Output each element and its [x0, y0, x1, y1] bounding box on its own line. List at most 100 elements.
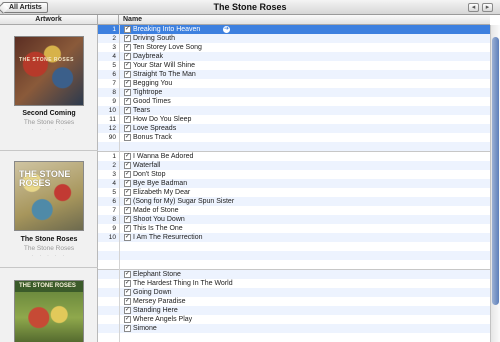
- track-number: 6: [112, 71, 116, 78]
- table-row[interactable]: 5 ✓ Your Star Will Shine: [98, 61, 490, 70]
- track-checkbox[interactable]: ✓: [124, 171, 131, 178]
- track-checkbox[interactable]: ✓: [124, 325, 131, 332]
- track-number: 7: [112, 80, 116, 87]
- track-checkbox[interactable]: ✓: [124, 107, 131, 114]
- name-column-header[interactable]: Name: [119, 15, 490, 25]
- track-name: I Wanna Be Adored: [133, 153, 194, 160]
- track-checkbox[interactable]: ✓: [124, 307, 131, 314]
- track-number: 8: [112, 216, 116, 223]
- table-row[interactable]: 7 ✓ Begging You: [98, 79, 490, 88]
- album-cover-second-coming[interactable]: THE STONE ROSES: [14, 36, 84, 106]
- track-checkbox[interactable]: ✓: [124, 80, 131, 87]
- vertical-scrollbar[interactable]: [490, 25, 500, 342]
- track-number: 10: [108, 107, 116, 114]
- track-checkbox[interactable]: ✓: [124, 198, 131, 205]
- track-name: Love Spreads: [133, 125, 177, 132]
- table-row-empty: [98, 142, 490, 151]
- table-row[interactable]: 9 ✓ Good Times: [98, 97, 490, 106]
- table-row[interactable]: 8 ✓ Tightrope: [98, 88, 490, 97]
- table-row[interactable]: 4 ✓ Daybreak: [98, 52, 490, 61]
- track-checkbox[interactable]: ✓: [124, 125, 131, 132]
- track-checkbox[interactable]: ✓: [124, 26, 131, 33]
- artwork-column: THE STONE ROSES Second Coming The Stone …: [0, 25, 98, 342]
- album-rating[interactable]: · · · · ·: [0, 253, 98, 259]
- track-checkbox[interactable]: ✓: [124, 280, 131, 287]
- track-name: Elizabeth My Dear: [133, 189, 191, 196]
- table-row[interactable]: ✓ Standing Here: [98, 306, 490, 315]
- table-row[interactable]: 2 ✓ Waterfall: [98, 161, 490, 170]
- table-row-empty: [98, 242, 490, 251]
- previous-arrow-icon[interactable]: ◂: [468, 3, 479, 12]
- table-row[interactable]: 6 ✓ (Song for My) Sugar Spun Sister: [98, 197, 490, 206]
- track-checkbox[interactable]: ✓: [124, 316, 131, 323]
- next-arrow-icon[interactable]: ▸: [482, 3, 493, 12]
- track-checkbox[interactable]: ✓: [124, 53, 131, 60]
- album-cover-the-stone-roses[interactable]: THE STONE ROSES: [14, 161, 84, 231]
- table-row[interactable]: 4 ✓ Bye Bye Badman: [98, 179, 490, 188]
- table-row[interactable]: ✓ Simone: [98, 324, 490, 333]
- track-checkbox[interactable]: ✓: [124, 134, 131, 141]
- table-row[interactable]: 3 ✓ Ten Storey Love Song: [98, 43, 490, 52]
- album-rating[interactable]: · · · · ·: [0, 127, 98, 133]
- track-checkbox[interactable]: ✓: [124, 225, 131, 232]
- track-checkbox[interactable]: ✓: [124, 116, 131, 123]
- table-row[interactable]: ✓ Elephant Stone: [98, 270, 490, 279]
- track-checkbox[interactable]: ✓: [124, 289, 131, 296]
- cover-text: THE STONE ROSES: [19, 57, 74, 63]
- table-row[interactable]: 2 ✓ Driving South: [98, 34, 490, 43]
- track-checkbox[interactable]: ✓: [124, 180, 131, 187]
- table-row[interactable]: 1 ✓ I Wanna Be Adored: [98, 152, 490, 161]
- artwork-column-header[interactable]: Artwork: [0, 15, 98, 25]
- table-row[interactable]: ✓ Where Angels Play: [98, 315, 490, 324]
- track-number-column-header[interactable]: [98, 15, 119, 25]
- track-number: 2: [112, 162, 116, 169]
- track-number: 90: [108, 134, 116, 141]
- table-row[interactable]: 10 ✓ Tears: [98, 106, 490, 115]
- track-checkbox[interactable]: ✓: [124, 207, 131, 214]
- track-list: 1 ✓ Breaking Into Heaven ➔ 2 ✓ Driving Sou…: [98, 25, 490, 342]
- table-row[interactable]: 9 ✓ This Is The One: [98, 224, 490, 233]
- scrollbar-thumb[interactable]: [492, 37, 499, 305]
- track-checkbox[interactable]: ✓: [124, 71, 131, 78]
- table-row[interactable]: 6 ✓ Straight To The Man: [98, 70, 490, 79]
- table-row[interactable]: 11 ✓ How Do You Sleep: [98, 115, 490, 124]
- table-row[interactable]: 10 ✓ I Am The Resurrection: [98, 233, 490, 242]
- track-name: Ten Storey Love Song: [133, 44, 202, 51]
- table-row[interactable]: 12 ✓ Love Spreads: [98, 124, 490, 133]
- table-row-empty: [98, 333, 490, 342]
- table-row[interactable]: 5 ✓ Elizabeth My Dear: [98, 188, 490, 197]
- table-row[interactable]: ✓ Going Down: [98, 288, 490, 297]
- table-row[interactable]: 90 ✓ Bonus Track: [98, 133, 490, 142]
- track-name: This Is The One: [133, 225, 183, 232]
- track-name: Going Down: [133, 289, 172, 296]
- track-checkbox[interactable]: ✓: [124, 189, 131, 196]
- track-checkbox[interactable]: ✓: [124, 44, 131, 51]
- track-name: I Am The Resurrection: [133, 234, 203, 241]
- track-name: Simone: [133, 325, 157, 332]
- track-number: 8: [112, 89, 116, 96]
- track-checkbox[interactable]: ✓: [124, 271, 131, 278]
- table-row[interactable]: 1 ✓ Breaking Into Heaven ➔: [98, 25, 490, 34]
- track-checkbox[interactable]: ✓: [124, 234, 131, 241]
- track-name: Bye Bye Badman: [133, 180, 188, 187]
- table-row[interactable]: 3 ✓ Don't Stop: [98, 170, 490, 179]
- album-panel-compilation: THE STONE ROSES: [0, 269, 98, 342]
- track-checkbox[interactable]: ✓: [124, 162, 131, 169]
- track-checkbox[interactable]: ✓: [124, 298, 131, 305]
- table-row[interactable]: ✓ The Hardest Thing In The World: [98, 279, 490, 288]
- table-row[interactable]: 7 ✓ Made of Stone: [98, 206, 490, 215]
- track-name: Where Angels Play: [133, 316, 193, 323]
- track-checkbox[interactable]: ✓: [124, 216, 131, 223]
- track-name: Begging You: [133, 80, 173, 87]
- track-number: 5: [112, 62, 116, 69]
- track-checkbox[interactable]: ✓: [124, 35, 131, 42]
- go-arrow-icon[interactable]: ➔: [223, 26, 230, 33]
- track-checkbox[interactable]: ✓: [124, 98, 131, 105]
- track-checkbox[interactable]: ✓: [124, 89, 131, 96]
- track-checkbox[interactable]: ✓: [124, 153, 131, 160]
- table-row[interactable]: ✓ Mersey Paradise: [98, 297, 490, 306]
- track-name: (Song for My) Sugar Spun Sister: [133, 198, 235, 205]
- table-row[interactable]: 8 ✓ Shoot You Down: [98, 215, 490, 224]
- album-cover-compilation[interactable]: THE STONE ROSES: [14, 280, 84, 342]
- track-checkbox[interactable]: ✓: [124, 62, 131, 69]
